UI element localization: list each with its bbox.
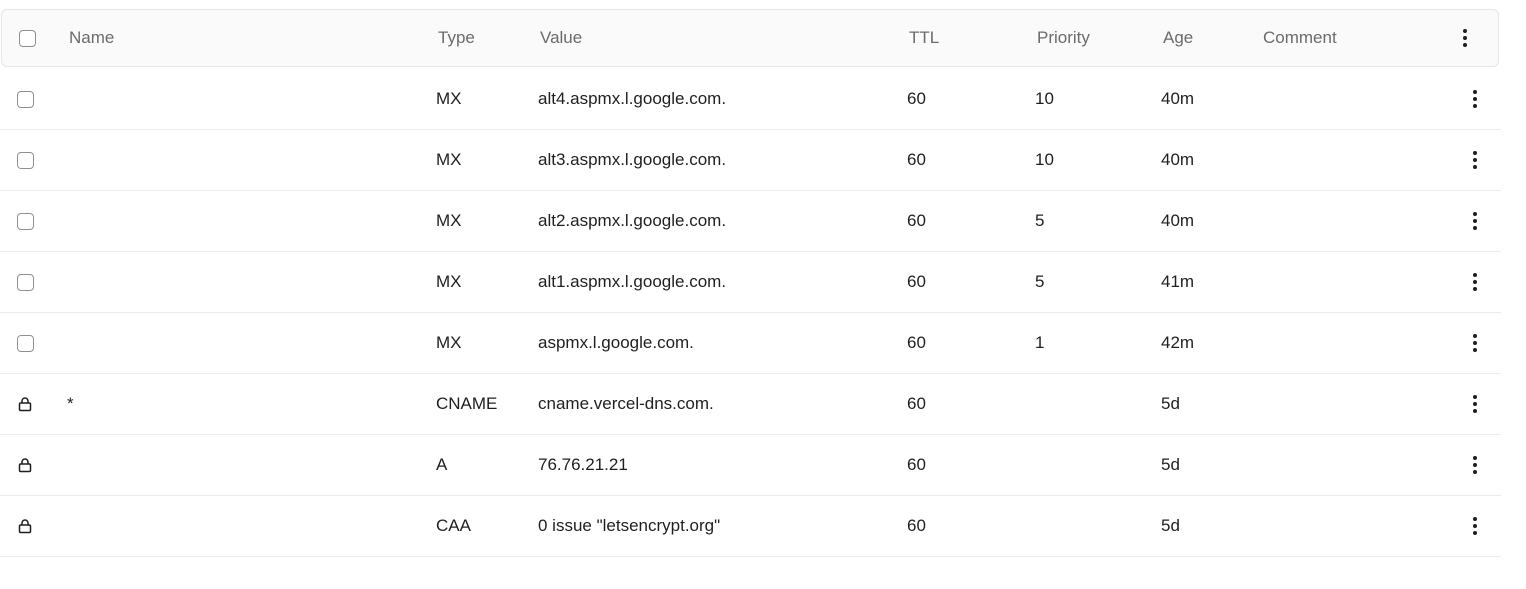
- table-row[interactable]: * CNAME cname.vercel-dns.com. 60 5d: [0, 374, 1501, 435]
- row-select-cell: [17, 435, 37, 495]
- record-value: alt2.aspmx.l.google.com.: [538, 211, 727, 230]
- row-select-cell: [17, 69, 37, 129]
- table-row[interactable]: MX alt4.aspmx.l.google.com. 60 10 40m: [0, 69, 1501, 130]
- row-checkbox[interactable]: [17, 151, 34, 169]
- row-menu-cell: [1464, 130, 1486, 190]
- more-vertical-icon[interactable]: [1465, 209, 1485, 233]
- record-age: 40m: [1161, 211, 1195, 230]
- row-menu-cell: [1464, 191, 1486, 251]
- row-menu-cell: [1464, 252, 1486, 312]
- record-ttl: 60: [907, 211, 926, 230]
- record-age: 40m: [1161, 150, 1195, 169]
- record-ttl: 60: [907, 150, 926, 169]
- row-select-cell: [17, 496, 37, 556]
- column-header-comment[interactable]: Comment: [1263, 10, 1337, 66]
- column-header-value[interactable]: Value: [540, 10, 582, 66]
- record-value: 76.76.21.21: [538, 455, 628, 474]
- record-value: alt4.aspmx.l.google.com.: [538, 89, 727, 108]
- row-select-cell: [17, 191, 37, 251]
- record-type: MX: [436, 333, 462, 352]
- record-value: 0 issue "letsencrypt.org": [538, 516, 721, 535]
- record-type: MX: [436, 150, 462, 169]
- row-menu-cell: [1464, 496, 1486, 556]
- row-menu-cell: [1464, 435, 1486, 495]
- record-priority: 5: [1035, 211, 1045, 230]
- row-select-cell: [17, 130, 37, 190]
- more-vertical-icon[interactable]: [1465, 514, 1485, 538]
- record-age: 5d: [1161, 394, 1180, 413]
- column-header-name[interactable]: Name: [69, 10, 114, 66]
- column-header-type[interactable]: Type: [438, 10, 475, 66]
- table-row[interactable]: MX alt3.aspmx.l.google.com. 60 10 40m: [0, 130, 1501, 191]
- row-menu-cell: [1464, 313, 1486, 373]
- more-vertical-icon[interactable]: [1465, 270, 1485, 294]
- row-select-cell: [17, 374, 37, 434]
- record-value: alt3.aspmx.l.google.com.: [538, 150, 727, 169]
- column-header-ttl[interactable]: TTL: [909, 10, 939, 66]
- record-age: 5d: [1161, 516, 1180, 535]
- record-priority: 10: [1035, 150, 1054, 169]
- row-checkbox[interactable]: [17, 334, 34, 352]
- table-header: Name Type Value TTL Priority Age Comment: [1, 9, 1499, 67]
- record-type: MX: [436, 211, 462, 230]
- row-checkbox[interactable]: [17, 273, 34, 291]
- record-name: *: [67, 394, 74, 413]
- record-priority: 5: [1035, 272, 1045, 291]
- table-row[interactable]: MX alt2.aspmx.l.google.com. 60 5 40m: [0, 191, 1501, 252]
- record-priority: 10: [1035, 89, 1054, 108]
- record-age: 5d: [1161, 455, 1180, 474]
- record-age: 41m: [1161, 272, 1195, 291]
- table-row[interactable]: CAA 0 issue "letsencrypt.org" 60 5d: [0, 496, 1501, 557]
- lock-icon: [17, 518, 33, 534]
- row-select-cell: [17, 252, 37, 312]
- record-ttl: 60: [907, 89, 926, 108]
- record-type: CNAME: [436, 394, 498, 413]
- more-vertical-icon[interactable]: [1455, 26, 1475, 50]
- table-row[interactable]: A 76.76.21.21 60 5d: [0, 435, 1501, 496]
- record-value: aspmx.l.google.com.: [538, 333, 694, 352]
- select-all-checkbox[interactable]: [19, 29, 36, 47]
- table-row[interactable]: MX aspmx.l.google.com. 60 1 42m: [0, 313, 1501, 374]
- column-header-priority[interactable]: Priority: [1037, 10, 1090, 66]
- record-type: CAA: [436, 516, 471, 535]
- record-value: alt1.aspmx.l.google.com.: [538, 272, 727, 291]
- record-age: 40m: [1161, 89, 1195, 108]
- lock-icon: [17, 396, 33, 412]
- table-row[interactable]: MX alt1.aspmx.l.google.com. 60 5 41m: [0, 252, 1501, 313]
- more-vertical-icon[interactable]: [1465, 148, 1485, 172]
- more-vertical-icon[interactable]: [1465, 87, 1485, 111]
- more-vertical-icon[interactable]: [1465, 331, 1485, 355]
- row-menu-cell: [1464, 374, 1486, 434]
- record-age: 42m: [1161, 333, 1195, 352]
- row-checkbox[interactable]: [17, 90, 34, 108]
- record-type: A: [436, 455, 448, 474]
- more-vertical-icon[interactable]: [1465, 392, 1485, 416]
- select-all-cell: [19, 10, 39, 66]
- header-menu-cell: [1454, 10, 1476, 66]
- row-menu-cell: [1464, 69, 1486, 129]
- record-priority: 1: [1035, 333, 1045, 352]
- row-checkbox[interactable]: [17, 212, 34, 230]
- record-value: cname.vercel-dns.com.: [538, 394, 714, 413]
- row-select-cell: [17, 313, 37, 373]
- column-header-age[interactable]: Age: [1163, 10, 1193, 66]
- record-ttl: 60: [907, 394, 926, 413]
- record-ttl: 60: [907, 516, 926, 535]
- lock-icon: [17, 457, 33, 473]
- record-ttl: 60: [907, 272, 926, 291]
- record-type: MX: [436, 272, 462, 291]
- record-type: MX: [436, 89, 462, 108]
- record-ttl: 60: [907, 455, 926, 474]
- record-ttl: 60: [907, 333, 926, 352]
- more-vertical-icon[interactable]: [1465, 453, 1485, 477]
